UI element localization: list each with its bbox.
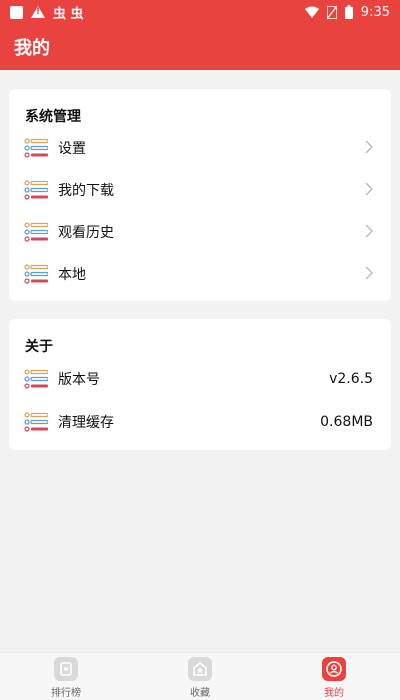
tab-label: 排行榜 — [51, 688, 81, 699]
warning-icon — [31, 6, 45, 18]
menu-item-history[interactable]: 观看历史 — [9, 212, 391, 252]
section-title-about: 关于 — [25, 339, 53, 355]
list-icon — [24, 138, 48, 158]
bug-notification-icons: 虫 虫 — [53, 6, 84, 22]
list-icon — [24, 264, 48, 284]
menu-item-clear-cache[interactable]: 清理缓存 0.68MB — [9, 402, 391, 442]
menu-item-label: 我的下载 — [58, 183, 114, 199]
chevron-right-icon — [365, 140, 373, 154]
clock: 9:35 — [360, 4, 390, 20]
no-sim-icon — [326, 5, 337, 19]
battery-icon — [344, 5, 353, 19]
header-bar: 虫 虫 9:35 我的 — [0, 0, 400, 70]
menu-item-downloads[interactable]: 我的下载 — [9, 170, 391, 210]
list-icon — [24, 369, 48, 389]
system-management-card: 系统管理 设置 我的下载 观看历史 本地 — [9, 89, 391, 301]
chevron-right-icon — [365, 266, 373, 280]
section-title-system: 系统管理 — [25, 109, 81, 125]
menu-item-label: 设置 — [58, 141, 86, 157]
page-title: 我的 — [14, 38, 50, 59]
chevron-right-icon — [365, 182, 373, 196]
menu-item-local[interactable]: 本地 — [9, 254, 391, 294]
menu-item-label: 版本号 — [58, 372, 100, 388]
list-icon — [24, 412, 48, 432]
list-icon — [24, 222, 48, 242]
version-value: v2.6.5 — [329, 371, 373, 387]
chevron-right-icon — [365, 224, 373, 238]
status-bar: 虫 虫 9:35 — [0, 0, 400, 24]
profile-icon — [322, 657, 346, 681]
bottom-tab-bar: 排行榜 收藏 我的 — [0, 652, 400, 700]
about-card: 关于 版本号 v2.6.5 清理缓存 0.68MB — [9, 319, 391, 450]
tab-label: 收藏 — [190, 688, 210, 699]
tab-favorites[interactable]: 收藏 — [160, 657, 240, 700]
tab-profile[interactable]: 我的 — [294, 657, 374, 700]
tab-label: 我的 — [324, 688, 344, 699]
ranking-icon — [54, 657, 78, 681]
favorites-icon — [188, 657, 212, 681]
notification-square-icon — [10, 5, 23, 19]
wifi-icon — [304, 6, 319, 18]
tab-ranking[interactable]: 排行榜 — [26, 657, 106, 700]
list-icon — [24, 180, 48, 200]
menu-item-label: 本地 — [58, 267, 86, 283]
menu-item-settings[interactable]: 设置 — [9, 128, 391, 168]
cache-size-value: 0.68MB — [320, 414, 373, 430]
menu-item-label: 清理缓存 — [58, 415, 114, 431]
menu-item-label: 观看历史 — [58, 225, 114, 241]
menu-item-version[interactable]: 版本号 v2.6.5 — [9, 359, 391, 399]
